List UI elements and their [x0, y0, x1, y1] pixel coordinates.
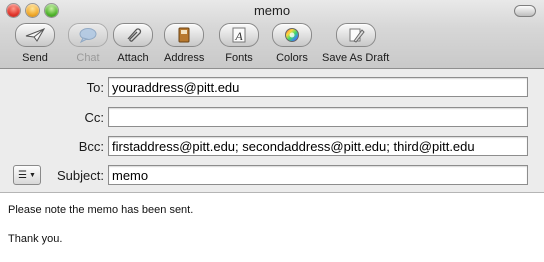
fonts-label: Fonts	[225, 52, 253, 64]
colors-button[interactable]: Colors	[272, 23, 312, 64]
paperclip-icon	[127, 28, 142, 42]
save-as-draft-label: Save As Draft	[322, 52, 390, 64]
subject-label: Subject:	[57, 168, 104, 183]
svg-text:A: A	[234, 29, 243, 43]
message-line: Thank you.	[8, 233, 63, 245]
send-label: Send	[22, 52, 48, 64]
bcc-field[interactable]: firstaddress@pitt.edu; secondaddress@pit…	[108, 136, 528, 156]
address-button[interactable]: Address	[164, 23, 204, 64]
message-line: Please note the memo has been sent.	[8, 204, 194, 216]
to-field[interactable]: youraddress@pitt.edu	[108, 77, 528, 97]
send-button[interactable]: Send	[15, 23, 55, 64]
compose-window: memo Send Chat Attach Address A Fonts Co…	[0, 0, 544, 262]
window-title: memo	[253, 3, 291, 18]
chat-icon	[79, 28, 97, 43]
color-wheel-icon	[285, 28, 299, 42]
address-label: Address	[164, 52, 205, 64]
cc-field[interactable]	[108, 107, 528, 127]
chat-button[interactable]: Chat	[68, 23, 108, 64]
fonts-button[interactable]: A Fonts	[219, 23, 259, 64]
header-fields: To: youraddress@pitt.edu Cc: Bcc: firsta…	[0, 69, 544, 193]
save-as-draft-button[interactable]: Save As Draft	[322, 23, 389, 64]
cc-label: Cc:	[84, 110, 105, 125]
chat-label: Chat	[76, 52, 100, 64]
fonts-icon: A	[232, 27, 246, 43]
save-draft-icon	[349, 28, 365, 43]
subject-row: ☰ ▼ Subject: memo	[0, 165, 544, 187]
attach-button[interactable]: Attach	[113, 23, 153, 64]
send-icon	[25, 28, 46, 42]
window-chrome: memo Send Chat Attach Address A Fonts Co…	[0, 0, 544, 69]
subject-field[interactable]: memo	[108, 165, 528, 185]
list-icon: ☰	[18, 169, 28, 181]
message-body[interactable]: Please note the memo has been sent. Than…	[0, 193, 544, 262]
toolbar-toggle-button[interactable]	[514, 5, 536, 17]
cc-row: Cc:	[0, 107, 544, 129]
header-options-menu[interactable]: ☰ ▼	[13, 165, 41, 185]
bcc-row: Bcc: firstaddress@pitt.edu; secondaddres…	[0, 136, 544, 158]
chevron-down-icon: ▼	[29, 171, 36, 179]
attach-label: Attach	[117, 52, 149, 64]
to-row: To: youraddress@pitt.edu	[0, 77, 544, 99]
toolbar: Send Chat Attach Address A Fonts Colors …	[0, 23, 544, 67]
to-label: To:	[86, 80, 104, 95]
colors-label: Colors	[276, 52, 308, 64]
bcc-label: Bcc:	[78, 139, 104, 154]
address-book-icon	[178, 27, 190, 43]
